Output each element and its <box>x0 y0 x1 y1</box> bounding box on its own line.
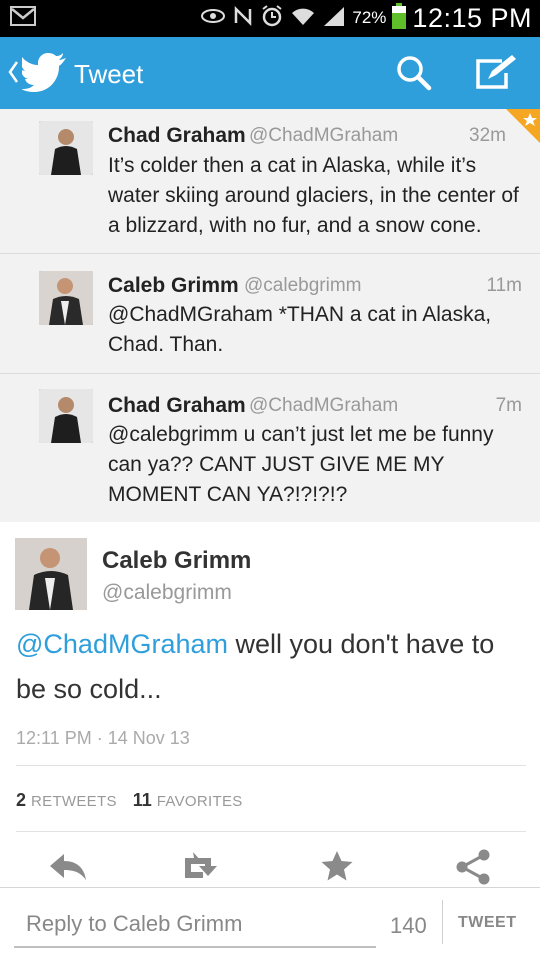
avatar[interactable] <box>39 389 93 443</box>
retweets-label[interactable]: RETWEETS <box>31 793 117 810</box>
retweet-icon[interactable] <box>181 850 225 889</box>
author-name[interactable]: Chad Graham <box>108 124 246 148</box>
tweet-text: @calebgrimm u can’t just let me be funny… <box>108 423 494 506</box>
avatar[interactable] <box>15 538 87 610</box>
compose-icon[interactable] <box>474 55 520 96</box>
share-icon[interactable] <box>454 848 492 891</box>
tweet-text: @ChadMGraham well you don't have to be s… <box>16 622 526 712</box>
conversation-tweet[interactable]: Chad Graham @ChadMGraham 7m @calebgrimm … <box>0 374 540 522</box>
alarm-icon <box>260 4 284 33</box>
page-title: Tweet <box>74 59 144 89</box>
wifi-icon <box>290 5 316 32</box>
eye-icon <box>200 7 226 30</box>
avatar[interactable] <box>39 121 93 175</box>
tweet-time: 11m <box>486 275 522 296</box>
tweet-stats: 2 RETWEETS 11 FAVORITES <box>16 790 243 811</box>
favorites-count[interactable]: 11 <box>133 790 152 811</box>
twitter-bird-icon[interactable] <box>21 52 66 97</box>
tweet-text: @ChadMGraham *THAN a cat in Alaska, Chad… <box>108 303 492 356</box>
back-chevron-icon[interactable] <box>7 59 19 90</box>
divider <box>16 831 526 832</box>
reply-bar: 140 TWEET <box>0 887 540 960</box>
status-bar: 72% 12:15 PM <box>0 0 540 37</box>
conversation-thread: Chad Graham @ChadMGraham 32m It’s colder… <box>0 109 540 522</box>
character-count: 140 <box>390 913 427 938</box>
battery-icon <box>392 2 407 34</box>
clock-time: 12:15 PM <box>412 2 532 33</box>
gmail-icon <box>10 6 36 31</box>
reply-input[interactable] <box>14 902 376 948</box>
mention-link[interactable]: @ChadMGraham <box>16 629 228 659</box>
author-name[interactable]: Caleb Grimm <box>102 547 251 575</box>
signal-icon <box>322 5 346 32</box>
battery-percent: 72% <box>352 8 387 27</box>
action-bar: Tweet <box>0 37 540 109</box>
author-handle: @ChadMGraham <box>249 395 399 416</box>
search-icon[interactable] <box>396 55 432 96</box>
nfc-icon <box>232 5 254 32</box>
tweet-time: 32m <box>469 125 506 146</box>
reply-icon[interactable] <box>48 852 88 887</box>
conversation-tweet[interactable]: Caleb Grimm @calebgrimm 11m @ChadMGraham… <box>0 254 540 374</box>
avatar[interactable] <box>39 271 93 325</box>
favorite-star-icon[interactable] <box>320 850 354 887</box>
favorites-label[interactable]: FAVORITES <box>157 793 243 810</box>
tweet-timestamp: 12:11 PM · 14 Nov 13 <box>16 728 190 748</box>
tweet-text: It’s colder then a cat in Alaska, while … <box>108 154 519 237</box>
favorite-corner-icon <box>506 109 540 148</box>
author-handle: @calebgrimm <box>102 581 232 604</box>
retweets-count[interactable]: 2 <box>16 790 26 811</box>
author-handle: @calebgrimm <box>244 275 362 296</box>
author-name[interactable]: Caleb Grimm <box>108 274 239 298</box>
tweet-button[interactable]: TWEET <box>458 914 517 932</box>
author-handle: @ChadMGraham <box>249 125 399 146</box>
tweet-actions <box>0 848 540 886</box>
divider <box>442 900 443 944</box>
tweet-time: 7m <box>495 395 522 416</box>
divider <box>16 765 526 766</box>
conversation-tweet[interactable]: Chad Graham @ChadMGraham 32m It’s colder… <box>0 109 540 254</box>
author-name[interactable]: Chad Graham <box>108 394 246 418</box>
